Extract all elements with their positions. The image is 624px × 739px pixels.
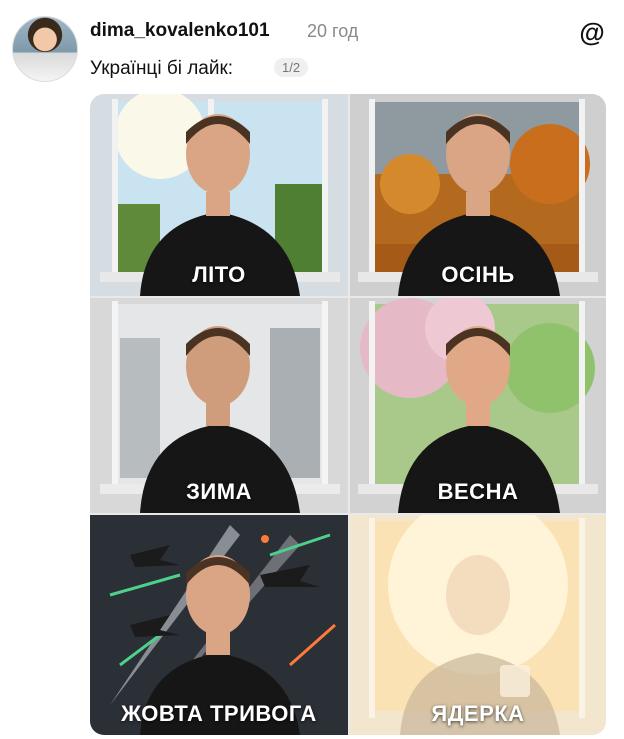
threads-logo-icon[interactable]: @ [578,18,606,46]
tile-label: ЖОВТА ТРИВОГА [121,701,317,726]
image-counter: 1/2 [274,58,309,77]
post-caption: Українці бі лайк: [90,58,234,79]
tile-autumn: ОСІНЬ [350,94,606,296]
meme-image-grid[interactable]: ЛІТО ОСІНЬ ЗИМА ВЕСНА ЖОВТА ТРИВОГА ЯДЕР… [90,94,606,735]
avatar[interactable] [12,16,78,82]
tile-label: ЯДЕРКА [431,701,525,726]
tile-label: ЗИМА [186,479,252,504]
tile-nuclear: ЯДЕРКА [350,515,606,735]
tile-winter: ЗИМА [90,298,348,513]
username[interactable]: dima_kovalenko101 [90,20,270,42]
tile-air-raid-alert: ЖОВТА ТРИВОГА [90,515,348,735]
post-time: 20 год [307,21,359,41]
tile-label: ВЕСНА [437,479,519,504]
tile-label: ОСІНЬ [441,262,515,287]
tile-spring: ВЕСНА [350,298,606,513]
tile-summer: ЛІТО [90,94,348,296]
tile-label: ЛІТО [192,262,246,287]
